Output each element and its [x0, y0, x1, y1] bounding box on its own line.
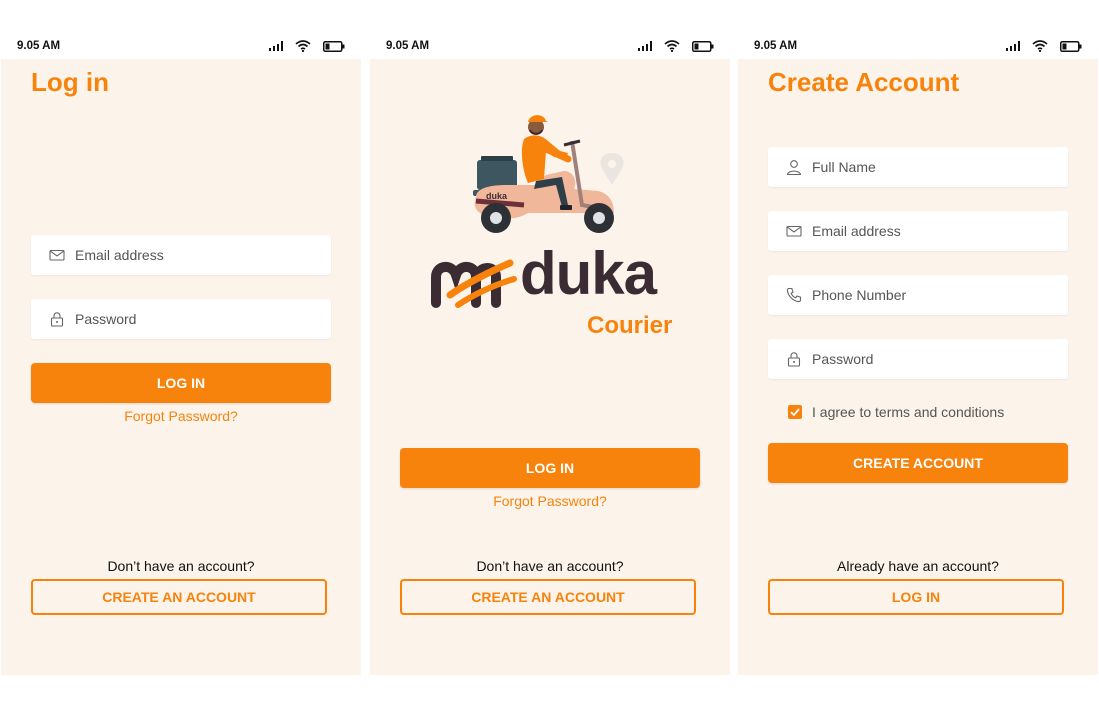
- battery-icon: [1060, 41, 1082, 52]
- forgot-password-link[interactable]: Forgot Password?: [400, 493, 700, 509]
- no-account-text: Don’t have an account?: [107, 558, 255, 574]
- email-field[interactable]: [768, 211, 1068, 251]
- status-bar: 9.05 AM: [370, 38, 730, 58]
- terms-row[interactable]: I agree to terms and conditions: [788, 404, 1004, 420]
- battery-icon: [323, 41, 345, 52]
- wifi-icon: [664, 40, 680, 52]
- wifi-icon: [1032, 40, 1048, 52]
- status-time: 9.05 AM: [17, 40, 61, 52]
- signup-panel: Create Account I agree to terms and cond…: [738, 59, 1098, 675]
- status-time: 9.05 AM: [386, 40, 430, 52]
- wifi-icon: [295, 40, 311, 52]
- user-icon: [786, 159, 802, 175]
- signal-icon: [638, 41, 652, 51]
- signup-screen: 9.05 AM Create Account I: [738, 0, 1098, 675]
- phone-field[interactable]: [768, 275, 1068, 315]
- create-account-button[interactable]: CREATE ACCOUNT: [768, 443, 1068, 483]
- status-bar: 9.05 AM: [738, 38, 1098, 58]
- signal-icon: [269, 41, 283, 51]
- fullname-input[interactable]: [812, 147, 1052, 187]
- brand-m-mark: [431, 259, 517, 308]
- login-button[interactable]: LOG IN: [31, 363, 331, 403]
- courier-label: Courier: [587, 312, 673, 339]
- brand-logo-text: duka: [520, 240, 657, 307]
- fullname-field[interactable]: [768, 147, 1068, 187]
- password-field[interactable]: [768, 339, 1068, 379]
- page-title: Create Account: [768, 67, 960, 97]
- email-input[interactable]: [75, 235, 315, 275]
- email-input[interactable]: [812, 211, 1052, 251]
- battery-icon: [692, 41, 714, 52]
- password-input[interactable]: [812, 339, 1052, 379]
- login-panel: Log in LOG IN Forgot Password? Don’t hav…: [1, 59, 361, 675]
- mail-icon: [49, 247, 65, 263]
- check-icon: [790, 408, 800, 417]
- terms-label: I agree to terms and conditions: [812, 404, 1005, 420]
- status-bar: 9.05 AM: [1, 38, 361, 58]
- terms-checkbox[interactable]: [788, 405, 802, 419]
- mail-icon: [786, 223, 802, 239]
- create-account-button[interactable]: CREATE AN ACCOUNT: [31, 579, 327, 615]
- no-account-text: Don’t have an account?: [476, 558, 624, 574]
- forgot-password-link[interactable]: Forgot Password?: [31, 408, 331, 424]
- signal-icon: [1006, 41, 1020, 51]
- courier-scooter-illustration: duka: [473, 115, 624, 233]
- login-screen: 9.05 AM Log in LOG IN Forgot Password? D…: [1, 0, 361, 675]
- page-title: Log in: [31, 67, 109, 97]
- login-button[interactable]: LOG IN: [768, 579, 1064, 615]
- lock-icon: [49, 311, 65, 327]
- password-field[interactable]: [31, 299, 331, 339]
- login-button[interactable]: LOG IN: [400, 448, 700, 488]
- lock-icon: [786, 351, 802, 367]
- scooter-logo-text: duka: [486, 191, 508, 201]
- location-pin-icon: [600, 153, 624, 185]
- status-time: 9.05 AM: [754, 40, 798, 52]
- have-account-text: Already have an account?: [837, 558, 999, 574]
- phone-icon: [786, 287, 802, 303]
- splash-panel: duka duka Courier LOG IN Forgot Password…: [370, 59, 730, 675]
- splash-screen: 9.05 AM duka duka Courier LOG IN Forgot …: [370, 0, 730, 675]
- phone-input[interactable]: [812, 275, 1052, 315]
- password-input[interactable]: [75, 299, 315, 339]
- email-field[interactable]: [31, 235, 331, 275]
- create-account-button[interactable]: CREATE AN ACCOUNT: [400, 579, 696, 615]
